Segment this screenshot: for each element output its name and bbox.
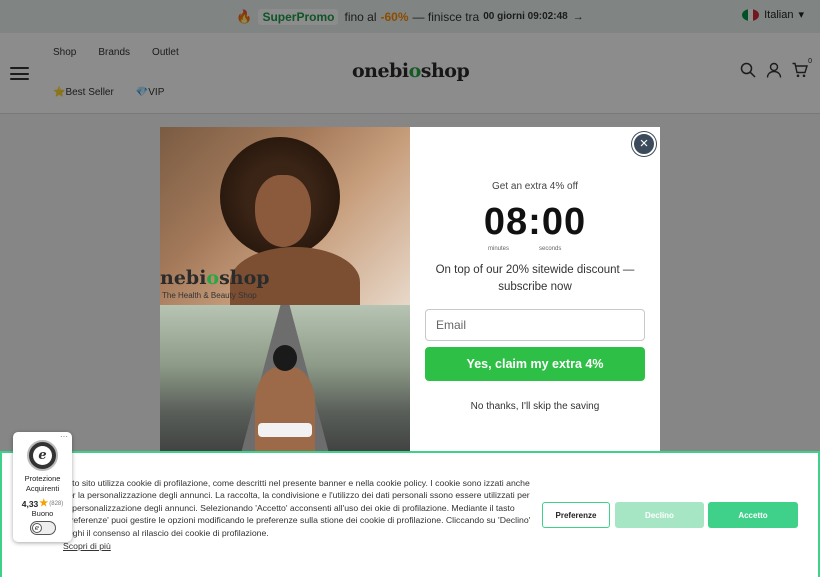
popup-image: nebioshop The Health & Beauty Shop bbox=[160, 127, 410, 457]
countdown-timer: 08:00 bbox=[483, 201, 587, 243]
offer-heading: Get an extra 4% off bbox=[492, 181, 578, 192]
close-button[interactable]: × bbox=[632, 132, 656, 156]
trust-review-count: (828) bbox=[49, 500, 64, 507]
skip-offer-link[interactable]: No thanks, I'll skip the saving bbox=[410, 401, 660, 412]
trust-seal-icon: e bbox=[27, 440, 58, 471]
cookie-text: esto sito utilizza cookie di profilazion… bbox=[63, 478, 531, 538]
trust-toggle[interactable]: e bbox=[30, 521, 56, 535]
more-options-icon[interactable]: ··· bbox=[60, 432, 68, 441]
decline-button[interactable]: Declino bbox=[615, 502, 704, 528]
cookie-banner: esto sito utilizza cookie di profilazion… bbox=[0, 451, 820, 577]
trust-quality: Buono bbox=[31, 509, 54, 518]
trusted-e-icon: e bbox=[32, 523, 42, 533]
popup-logo: nebioshop bbox=[160, 267, 270, 289]
trust-score: 4,33 bbox=[21, 498, 39, 509]
popup-form: × Get an extra 4% off 08:00 minutes seco… bbox=[410, 127, 660, 457]
countdown-labels: minutes seconds bbox=[488, 246, 561, 252]
email-field[interactable] bbox=[425, 309, 645, 341]
accept-button[interactable]: Accetto bbox=[708, 502, 798, 528]
trust-rating: 4,33 ★ (828) bbox=[13, 498, 72, 509]
seconds-label: seconds bbox=[539, 246, 562, 252]
offer-description: On top of our 20% sitewide discount — su… bbox=[435, 264, 635, 293]
cookie-more-link[interactable]: Scopri di più bbox=[63, 541, 111, 551]
trust-badge[interactable]: ··· e Protezione Acquirenti 4,33 ★ (828)… bbox=[13, 432, 72, 542]
minutes-label: minutes bbox=[488, 246, 510, 252]
preferences-button[interactable]: Preferenze bbox=[542, 502, 610, 528]
star-icon: ★ bbox=[39, 498, 49, 509]
subscribe-popup: nebioshop The Health & Beauty Shop × Get… bbox=[160, 127, 660, 457]
trust-label: Protezione Acquirenti bbox=[24, 474, 61, 493]
popup-tagline: The Health & Beauty Shop bbox=[162, 291, 257, 300]
claim-offer-button[interactable]: Yes, claim my extra 4% bbox=[425, 347, 645, 381]
